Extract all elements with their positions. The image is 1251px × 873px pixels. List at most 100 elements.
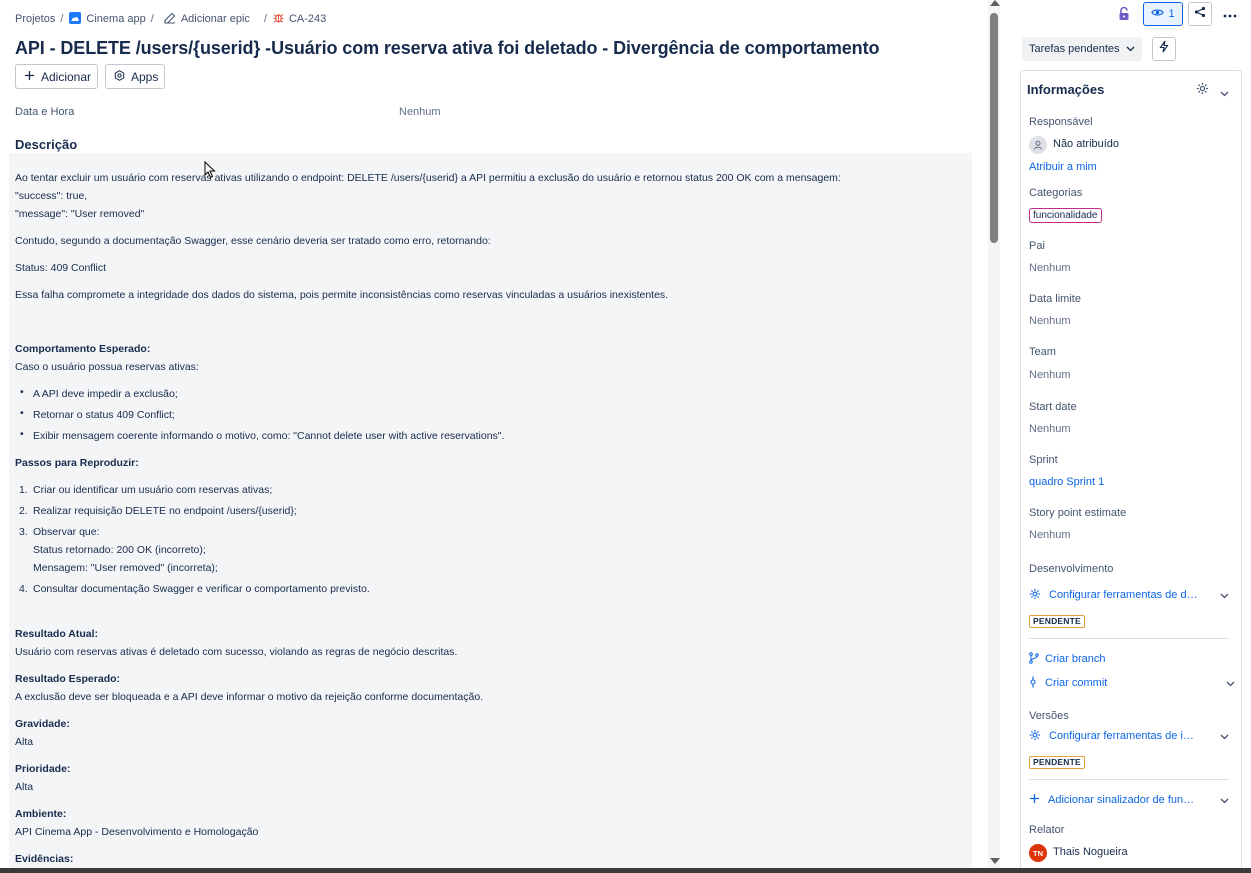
reporter-name[interactable]: Thais Nogueira — [1053, 846, 1128, 858]
more-actions-button[interactable] — [1218, 2, 1242, 26]
unassigned-avatar-icon — [1029, 136, 1047, 154]
add-button[interactable]: Adicionar — [15, 64, 98, 89]
window-bottom-edge — [0, 868, 1251, 873]
description-paragraph: Status: 409 Conflict — [15, 262, 107, 274]
breadcrumb-issue-key-label: CA-243 — [288, 13, 327, 25]
description-paragraph: "success": true, — [15, 190, 88, 202]
lightning-icon — [1159, 40, 1169, 58]
bullet-icon: • — [20, 386, 24, 398]
steps-heading: Passos para Reproduzir: — [15, 457, 139, 469]
sprint-label: Sprint — [1029, 454, 1058, 466]
gear-icon[interactable] — [1196, 82, 1209, 100]
start-date-value[interactable]: Nenhum — [1029, 423, 1071, 435]
commit-icon — [1029, 676, 1037, 691]
create-branch-row[interactable]: Criar branch — [1029, 651, 1229, 667]
eye-icon — [1151, 8, 1165, 20]
watch-count: 1 — [1168, 8, 1175, 20]
status-label: Tarefas pendentes — [1029, 43, 1120, 55]
versions-label: Versões — [1029, 710, 1069, 722]
divider — [1029, 779, 1229, 780]
list-item: A API deve impedir a exclusão; — [33, 388, 178, 400]
due-date-value[interactable]: Nenhum — [1029, 315, 1071, 327]
chevron-down-icon — [1220, 731, 1229, 743]
scroll-thumb[interactable] — [990, 13, 998, 243]
bug-icon — [273, 12, 284, 26]
gear-icon — [1029, 588, 1041, 603]
pending-badge: PENDENTE — [1029, 756, 1085, 769]
bullet-icon: • — [20, 407, 24, 419]
description-paragraph: Contudo, segundo a documentação Swagger,… — [15, 235, 491, 247]
reporter-avatar: TN — [1029, 844, 1047, 862]
start-date-label: Start date — [1029, 401, 1077, 413]
parent-label: Pai — [1029, 240, 1045, 252]
breadcrumb-add-epic[interactable]: Adicionar epic — [164, 12, 250, 27]
lock-icon[interactable] — [1117, 6, 1131, 26]
sprint-value[interactable]: quadro Sprint 1 — [1029, 476, 1104, 488]
list-item-subline: Mensagem: "User removed" (incorreta); — [33, 562, 218, 574]
main-scrollbar[interactable] — [988, 0, 1000, 868]
status-dropdown[interactable]: Tarefas pendentes — [1022, 37, 1142, 61]
chevron-down-icon — [1220, 590, 1229, 602]
configure-dev-tools-row[interactable]: Configurar ferramentas de desenvolviment… — [1029, 587, 1229, 603]
assignee-value[interactable]: Não atribuído — [1053, 138, 1119, 150]
severity-value: Alta — [15, 736, 34, 748]
list-item: Exibir mensagem coerente informando o mo… — [33, 430, 505, 442]
list-item: Realizar requisição DELETE no endpoint /… — [33, 505, 297, 517]
description-paragraph: A exclusão deve ser bloqueada e a API de… — [15, 691, 484, 703]
breadcrumb-separator: / — [150, 13, 154, 25]
apps-icon — [114, 69, 125, 84]
breadcrumb-project[interactable]: Cinema app — [69, 11, 146, 27]
chevron-down-icon — [1126, 43, 1135, 55]
collapse-chevron-icon[interactable] — [1220, 84, 1229, 102]
divider — [1029, 638, 1229, 639]
breadcrumb-separator: / — [263, 13, 267, 25]
configure-deploy-tools-row[interactable]: Configurar ferramentas de implantação — [1029, 728, 1229, 744]
priority-heading: Prioridade: — [15, 763, 71, 775]
breadcrumb-projects[interactable]: Projetos — [15, 13, 55, 25]
configure-dev-tools-label: Configurar ferramentas de desenvolviment… — [1049, 589, 1199, 601]
list-item: Observar que: — [33, 526, 100, 538]
list-number: 3. — [19, 526, 28, 538]
list-number: 4. — [19, 583, 28, 595]
apps-button[interactable]: Apps — [105, 64, 165, 89]
scroll-down-arrow-icon[interactable] — [990, 858, 1000, 864]
branch-icon — [1029, 651, 1039, 667]
date-field-value[interactable]: Nenhum — [399, 106, 441, 118]
create-commit-label: Criar commit — [1045, 677, 1108, 689]
create-commit-row[interactable]: Criar commit — [1029, 675, 1235, 691]
description-paragraph: Caso o usuário possua reservas ativas: — [15, 361, 199, 373]
add-feature-flag-row[interactable]: Adicionar sinalizador de funcionalidade — [1029, 792, 1229, 808]
automation-button[interactable] — [1152, 37, 1176, 61]
add-feature-flag-label: Adicionar sinalizador de funcionalidade — [1048, 794, 1198, 806]
categories-label: Categorias — [1029, 187, 1083, 199]
watch-button[interactable]: 1 — [1143, 2, 1183, 26]
apps-button-label: Apps — [131, 69, 159, 84]
breadcrumb-epic-label: Adicionar epic — [180, 13, 250, 25]
story-points-value[interactable]: Nenhum — [1029, 529, 1071, 541]
actual-result-heading: Resultado Atual: — [15, 628, 99, 640]
project-avatar-icon — [69, 11, 82, 27]
assign-to-me-link[interactable]: Atribuir a mim — [1029, 161, 1097, 173]
due-date-label: Data limite — [1029, 293, 1081, 305]
description-editor[interactable]: Ao tentar excluir um usuário com reserva… — [9, 153, 972, 873]
team-value[interactable]: Nenhum — [1029, 369, 1071, 381]
list-item: Consultar documentação Swagger e verific… — [33, 583, 370, 595]
info-panel-title[interactable]: Informações — [1027, 82, 1104, 97]
team-label: Team — [1029, 346, 1056, 358]
issue-title[interactable]: API - DELETE /users/{userid} -Usuário co… — [15, 38, 879, 59]
list-item: Retornar o status 409 Conflict; — [33, 409, 175, 421]
category-tag[interactable]: funcionalidade — [1029, 208, 1102, 223]
breadcrumb-issue-key[interactable]: CA-243 — [273, 12, 326, 26]
description-paragraph: Usuário com reservas ativas é deletado c… — [15, 646, 458, 658]
edit-icon — [164, 12, 176, 27]
scroll-up-arrow-icon[interactable] — [990, 0, 1000, 6]
list-number: 2. — [19, 505, 28, 517]
share-button[interactable] — [1188, 2, 1212, 26]
date-field-label: Data e Hora — [15, 106, 75, 118]
create-branch-label: Criar branch — [1045, 653, 1106, 665]
assignee-label: Responsável — [1029, 116, 1093, 128]
bullet-icon: • — [20, 428, 24, 440]
more-icon — [1223, 5, 1237, 23]
parent-value[interactable]: Nenhum — [1029, 262, 1071, 274]
gear-icon — [1029, 729, 1041, 744]
